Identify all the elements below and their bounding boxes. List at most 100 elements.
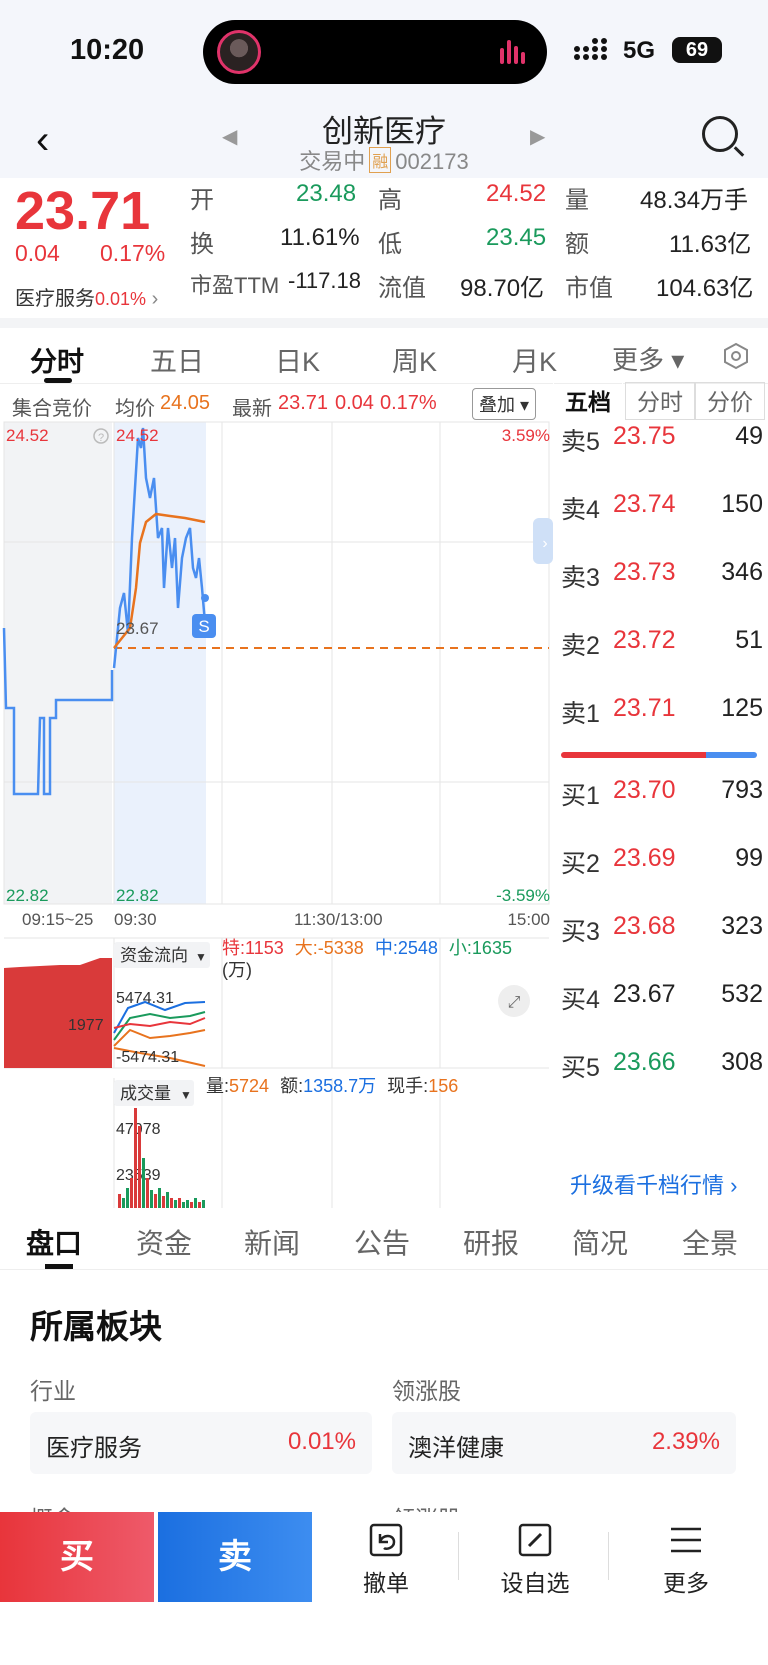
tab-more[interactable]: 更多 ▾ xyxy=(612,340,684,377)
float-cap-value: 98.70亿 xyxy=(460,275,545,302)
y-label-mid-top: 24.52 xyxy=(116,426,159,445)
volume-value: 48.34万手 xyxy=(640,187,749,214)
tab-monthly-k[interactable]: 月K xyxy=(512,340,557,379)
tab-news[interactable]: 新闻 xyxy=(244,1222,300,1262)
x-label-noon: 11:30/13:00 xyxy=(294,910,383,929)
search-icon[interactable] xyxy=(702,116,738,152)
ask-row: 卖1 23.71 125 xyxy=(561,694,763,728)
auction-flow-bars xyxy=(4,958,112,1068)
y-label-mid-bottom: 22.82 xyxy=(116,886,159,905)
status-time: 10:20 xyxy=(70,34,145,66)
auction-area-bg xyxy=(4,422,112,904)
leader-name: 澳洋健康 xyxy=(408,1435,504,1462)
ask-row: 卖3 23.73 346 xyxy=(561,558,763,592)
industry-card[interactable]: 医疗服务 0.01% xyxy=(30,1412,372,1474)
overlay-label: 叠加 xyxy=(479,395,515,415)
battery-icon: 69 xyxy=(672,37,722,63)
s-marker-label: S xyxy=(198,617,209,636)
dynamic-island xyxy=(203,20,547,84)
fund-flow-top: 5474.31 xyxy=(116,990,174,1007)
sell-button[interactable]: 卖 xyxy=(158,1512,312,1602)
tab-ticks[interactable]: 分时 xyxy=(625,382,695,420)
tab-five-levels[interactable]: 五档 xyxy=(553,382,623,420)
high-label: 高 xyxy=(378,187,402,214)
volume-label: 成交量 xyxy=(120,1084,171,1103)
low-value: 23.45 xyxy=(486,224,547,251)
ask-row: 卖5 23.75 49 xyxy=(561,422,763,456)
fund-flow-bottom: -5474.31 xyxy=(116,1049,179,1066)
y-label-left-top: 24.52 xyxy=(6,426,49,445)
cancel-order-label: 撤单 xyxy=(363,1570,409,1596)
fund-flow-label: 资金流向 xyxy=(120,946,188,965)
upgrade-link[interactable]: 升级看千档行情 › xyxy=(570,1168,737,1200)
leader-label: 领涨股 xyxy=(392,1378,461,1404)
y-label-right-top: 3.59% xyxy=(502,426,550,445)
x-label-close: 15:00 xyxy=(507,910,550,929)
open-label: 开 xyxy=(190,187,214,214)
flow-line-orange xyxy=(113,1028,206,1047)
tab-intraday[interactable]: 分时 xyxy=(30,340,84,379)
current-price: 23.71 xyxy=(15,181,151,241)
tab-price-dist[interactable]: 分价 xyxy=(695,382,765,420)
latest-label: 最新 xyxy=(232,398,272,420)
x-label-auction: 09:15~25 xyxy=(22,910,93,929)
bid-row: 买2 23.69 99 xyxy=(561,844,763,878)
volume-stats: 量:5724 额:1358.7万 现手:156 xyxy=(206,1076,458,1096)
bid-ask-ratio-bar xyxy=(561,752,757,758)
bid-row: 买3 23.68 323 xyxy=(561,912,763,946)
turnover-label: 换 xyxy=(190,231,214,258)
fund-flow-auction-value: 1977 xyxy=(68,1017,104,1034)
section-title: 所属板块 xyxy=(30,1308,162,1345)
order-book: 五档 分时 分价 卖5 23.75 49 卖4 23.74 150 卖3 23.73 346… xyxy=(553,382,768,1212)
network-label: 5G xyxy=(623,37,656,64)
cancel-order-button[interactable]: 撤单 xyxy=(326,1522,446,1598)
tab-research[interactable]: 研报 xyxy=(463,1222,519,1262)
separator xyxy=(458,1532,459,1580)
fullscreen-icon-glyph: ⤢ xyxy=(508,992,521,1011)
add-watchlist-label: 设自选 xyxy=(500,1570,570,1596)
bid-row: 买4 23.67 532 xyxy=(561,980,763,1014)
mcap-label: 市值 xyxy=(565,275,613,302)
active-tab-indicator xyxy=(44,378,72,383)
trading-status: 交易中 xyxy=(299,149,366,174)
tab-announcements[interactable]: 公告 xyxy=(354,1222,410,1262)
sector-name: 医疗服务 xyxy=(15,288,95,310)
bid-row: 买1 23.70 793 xyxy=(561,776,763,810)
overlay-dropdown[interactable]: 叠加 ▾ xyxy=(472,388,537,420)
tab-five-day[interactable]: 五日 xyxy=(150,340,204,379)
settings-hex-icon[interactable] xyxy=(722,342,750,370)
next-stock-icon[interactable]: ▶ xyxy=(530,124,545,149)
fund-flow-unit: (万) xyxy=(222,960,252,980)
avg-value: 24.05 xyxy=(160,392,211,414)
tab-profile[interactable]: 简况 xyxy=(572,1222,628,1262)
industry-name: 医疗服务 xyxy=(46,1435,142,1462)
more-button[interactable]: 更多 xyxy=(626,1522,746,1598)
status-bar: 10:20 5G 69 xyxy=(0,0,768,100)
intraday-chart[interactable]: S › ? 24.52 24.52 3.59% 23.67 22.82 22.8… xyxy=(0,418,553,1208)
help-icon-glyph: ? xyxy=(98,432,104,444)
tab-panorama[interactable]: 全景 xyxy=(682,1222,738,1262)
add-watchlist-button[interactable]: 设自选 xyxy=(475,1522,595,1598)
latest-pct: 0.17% xyxy=(380,392,437,414)
active-tab-indicator xyxy=(45,1264,73,1269)
tab-funds[interactable]: 资金 xyxy=(136,1222,192,1262)
latest-change: 0.04 xyxy=(335,392,374,414)
buy-button[interactable]: 买 xyxy=(0,1512,154,1602)
tab-order-book[interactable]: 盘口 xyxy=(26,1222,82,1262)
latest-value: 23.71 xyxy=(278,392,329,414)
leader-pct: 2.39% xyxy=(651,1428,720,1455)
sector-link[interactable]: 医疗服务0.01% › xyxy=(15,282,158,311)
stock-code: 002173 xyxy=(395,149,469,174)
stock-subtitle: 交易中融 002173 xyxy=(0,144,768,176)
industry-pct: 0.01% xyxy=(287,1428,356,1455)
menu-icon xyxy=(671,1527,701,1553)
flow-line-red xyxy=(113,1017,206,1029)
tab-weekly-k[interactable]: 周K xyxy=(392,340,437,379)
ask-row: 卖4 23.74 150 xyxy=(561,490,763,524)
tab-daily-k[interactable]: 日K xyxy=(275,340,320,379)
price-change-pct: 0.17% xyxy=(100,240,166,266)
ask-row: 卖2 23.72 51 xyxy=(561,626,763,660)
x-label-open: 09:30 xyxy=(114,910,157,929)
margin-badge: 融 xyxy=(369,147,392,173)
leader-card[interactable]: 澳洋健康 2.39% xyxy=(392,1412,736,1474)
